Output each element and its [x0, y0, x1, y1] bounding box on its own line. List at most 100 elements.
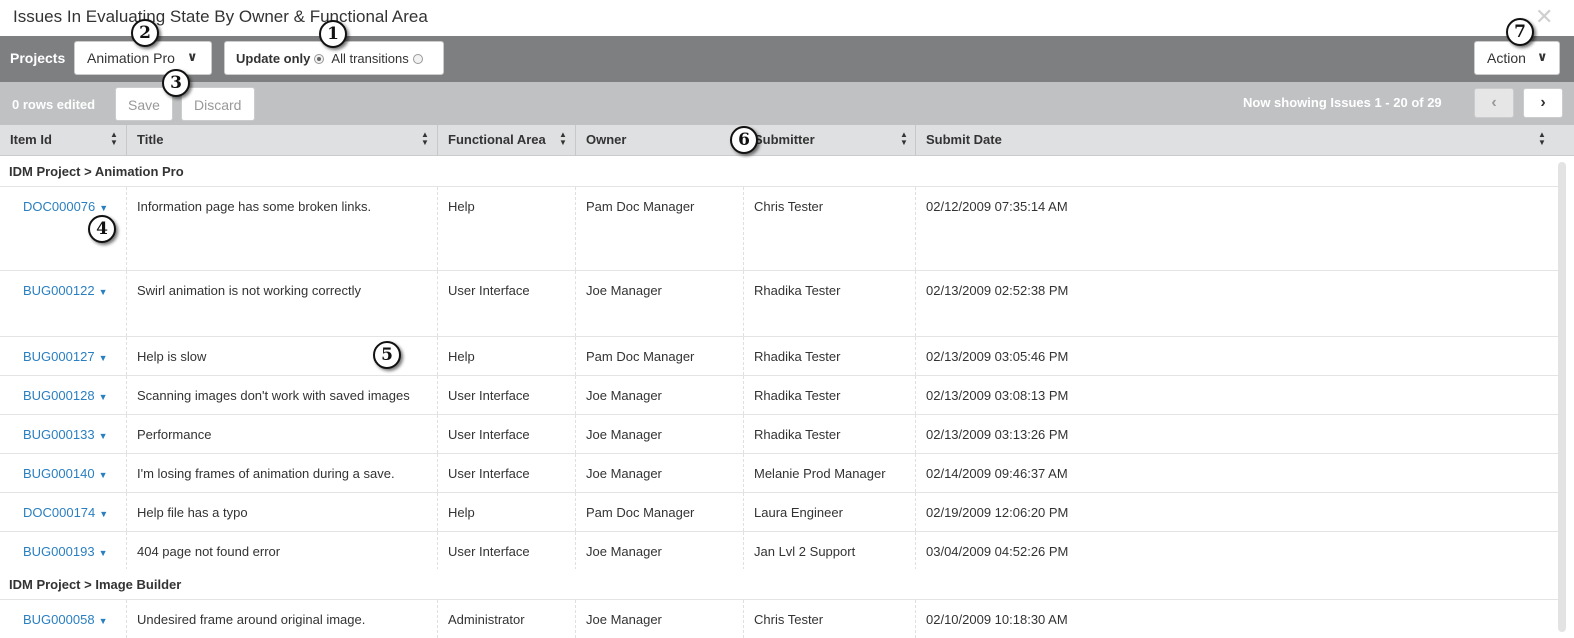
- item-id-link-text[interactable]: BUG000128: [23, 388, 95, 403]
- item-id-link-text[interactable]: DOC000076: [23, 199, 95, 214]
- submitter-cell[interactable]: Chris Tester: [744, 187, 916, 270]
- item-id-link-text[interactable]: DOC000174: [23, 505, 95, 520]
- submitter-cell[interactable]: Rhadika Tester: [744, 337, 916, 375]
- functional-area-cell[interactable]: User Interface: [438, 376, 576, 414]
- table-row[interactable]: BUG000140 ▼ I'm losing frames of animation…: [0, 454, 1558, 493]
- close-icon[interactable]: ✕: [1535, 4, 1553, 30]
- sort-icon[interactable]: ▲ ▼: [421, 131, 429, 147]
- item-id-link-text[interactable]: BUG000133: [23, 427, 95, 442]
- table-row[interactable]: BUG000193 ▼ 404 page not found error User I…: [0, 532, 1558, 571]
- item-id-link[interactable]: BUG000127 ▼: [0, 337, 127, 375]
- sort-icon[interactable]: ▲ ▼: [1538, 131, 1546, 147]
- next-page-button[interactable]: ›: [1523, 88, 1563, 118]
- functional-area-cell[interactable]: User Interface: [438, 532, 576, 570]
- submit-date-cell[interactable]: 02/10/2009 10:18:30 AM: [916, 600, 1558, 638]
- title-cell[interactable]: Scanning images don't work with saved im…: [127, 376, 438, 414]
- owner-cell[interactable]: Joe Manager: [576, 415, 744, 453]
- table-row[interactable]: BUG000133 ▼ Performance User Interface Joe M…: [0, 415, 1558, 454]
- caret-down-icon[interactable]: ▼: [99, 392, 108, 402]
- functional-area-cell[interactable]: User Interface: [438, 415, 576, 453]
- owner-cell[interactable]: Joe Manager: [576, 600, 744, 638]
- title-cell[interactable]: Swirl animation is not working correctly: [127, 271, 438, 336]
- column-header-owner[interactable]: Owner: [576, 125, 744, 156]
- item-id-link-text[interactable]: BUG000193: [23, 544, 95, 559]
- functional-area-cell[interactable]: Administrator: [438, 600, 576, 638]
- caret-down-icon[interactable]: ▼: [99, 431, 108, 441]
- submit-date-cell[interactable]: 02/13/2009 02:52:38 PM: [916, 271, 1558, 336]
- caret-down-icon[interactable]: ▼: [99, 509, 108, 519]
- column-header-submitter[interactable]: Submitter ▲ ▼: [744, 125, 916, 156]
- item-id-link-text[interactable]: BUG000122: [23, 283, 95, 298]
- caret-down-icon[interactable]: ▼: [99, 353, 108, 363]
- caret-down-icon[interactable]: ▼: [99, 203, 108, 213]
- submitter-cell[interactable]: Laura Engineer: [744, 493, 916, 531]
- sort-icon[interactable]: ▲ ▼: [900, 131, 908, 147]
- title-cell[interactable]: Performance: [127, 415, 438, 453]
- column-header-item-id[interactable]: Item Id ▲ ▼: [0, 125, 127, 156]
- title-cell[interactable]: Help file has a typo: [127, 493, 438, 531]
- submitter-cell[interactable]: Rhadika Tester: [744, 376, 916, 414]
- functional-area-cell[interactable]: User Interface: [438, 271, 576, 336]
- table-row[interactable]: DOC000174 ▼ Help file has a typo Help Pam Do…: [0, 493, 1558, 532]
- item-id-link[interactable]: BUG000128 ▼: [0, 376, 127, 414]
- title-cell[interactable]: 404 page not found error: [127, 532, 438, 570]
- functional-area-cell[interactable]: Help: [438, 187, 576, 270]
- owner-cell[interactable]: Pam Doc Manager: [576, 493, 744, 531]
- item-id-link[interactable]: DOC000174 ▼: [0, 493, 127, 531]
- sort-icon[interactable]: ▲ ▼: [110, 131, 118, 147]
- update-only-radio[interactable]: [314, 54, 325, 64]
- sort-icon[interactable]: ▲ ▼: [559, 131, 567, 147]
- submit-date-cell[interactable]: 02/13/2009 03:13:26 PM: [916, 415, 1558, 453]
- all-transitions-radio[interactable]: [412, 54, 423, 64]
- submit-date-cell[interactable]: 02/12/2009 07:35:14 AM: [916, 187, 1558, 270]
- submitter-cell[interactable]: Rhadika Tester: [744, 271, 916, 336]
- functional-area-cell[interactable]: Help: [438, 493, 576, 531]
- title-cell[interactable]: Information page has some broken links.: [127, 187, 438, 270]
- column-header-functional-area[interactable]: Functional Area ▲ ▼: [438, 125, 576, 156]
- submitter-cell[interactable]: Melanie Prod Manager: [744, 454, 916, 492]
- owner-cell[interactable]: Joe Manager: [576, 454, 744, 492]
- table-row[interactable]: DOC000076 ▼ Information page has some brok…: [0, 187, 1558, 271]
- table-row[interactable]: BUG000058 ▼ Undesired frame around origina…: [0, 600, 1558, 638]
- table-row[interactable]: BUG000127 ▼ Help is slow Help Pam Doc Manage…: [0, 337, 1558, 376]
- item-id-link-text[interactable]: BUG000127: [23, 349, 95, 364]
- action-dropdown[interactable]: Action ∨: [1474, 41, 1560, 75]
- table-row[interactable]: BUG000122 ▼ Swirl animation is not working…: [0, 271, 1558, 337]
- submit-date-cell[interactable]: 02/13/2009 03:08:13 PM: [916, 376, 1558, 414]
- functional-area-cell[interactable]: User Interface: [438, 454, 576, 492]
- column-header-submit-date[interactable]: Submit Date ▲ ▼: [916, 125, 1558, 156]
- item-id-link[interactable]: BUG000193 ▼: [0, 532, 127, 570]
- submitter-cell[interactable]: Rhadika Tester: [744, 415, 916, 453]
- item-id-link-text[interactable]: BUG000140: [23, 466, 95, 481]
- owner-cell[interactable]: Joe Manager: [576, 271, 744, 336]
- title-cell[interactable]: Undesired frame around original image.: [127, 600, 438, 638]
- title-cell[interactable]: I'm losing frames of animation during a …: [127, 454, 438, 492]
- caret-down-icon[interactable]: ▼: [99, 287, 108, 297]
- item-id-link-text[interactable]: BUG000058: [23, 612, 95, 627]
- submit-date-cell[interactable]: 02/14/2009 09:46:37 AM: [916, 454, 1558, 492]
- caret-down-icon[interactable]: ▼: [99, 616, 108, 626]
- item-id-link[interactable]: BUG000133 ▼: [0, 415, 127, 453]
- owner-cell[interactable]: Joe Manager: [576, 532, 744, 570]
- owner-cell[interactable]: Pam Doc Manager: [576, 187, 744, 270]
- vertical-scrollbar[interactable]: [1558, 162, 1566, 632]
- item-id-link[interactable]: BUG000122 ▼: [0, 271, 127, 336]
- owner-cell[interactable]: Pam Doc Manager: [576, 337, 744, 375]
- item-id-link[interactable]: BUG000140 ▼: [0, 454, 127, 492]
- submitter-cell[interactable]: Chris Tester: [744, 600, 916, 638]
- previous-page-button[interactable]: ‹: [1474, 88, 1514, 118]
- column-header-title[interactable]: Title ▲ ▼: [127, 125, 438, 156]
- submit-date-cell[interactable]: 02/19/2009 12:06:20 PM: [916, 493, 1558, 531]
- discard-button[interactable]: Discard: [181, 87, 255, 121]
- item-id-link[interactable]: BUG000058 ▼: [0, 600, 127, 638]
- caret-down-icon[interactable]: ▼: [99, 470, 108, 480]
- functional-area-cell[interactable]: Help: [438, 337, 576, 375]
- submitter-cell[interactable]: Jan Lvl 2 Support: [744, 532, 916, 570]
- table-row[interactable]: BUG000128 ▼ Scanning images don't work wit…: [0, 376, 1558, 415]
- submit-date-cell[interactable]: 02/13/2009 03:05:46 PM: [916, 337, 1558, 375]
- save-button[interactable]: Save: [115, 87, 173, 121]
- submit-date-cell[interactable]: 03/04/2009 04:52:26 PM: [916, 532, 1558, 570]
- title-cell-text: Undesired frame around original image.: [137, 612, 366, 627]
- caret-down-icon[interactable]: ▼: [99, 548, 108, 558]
- owner-cell[interactable]: Joe Manager: [576, 376, 744, 414]
